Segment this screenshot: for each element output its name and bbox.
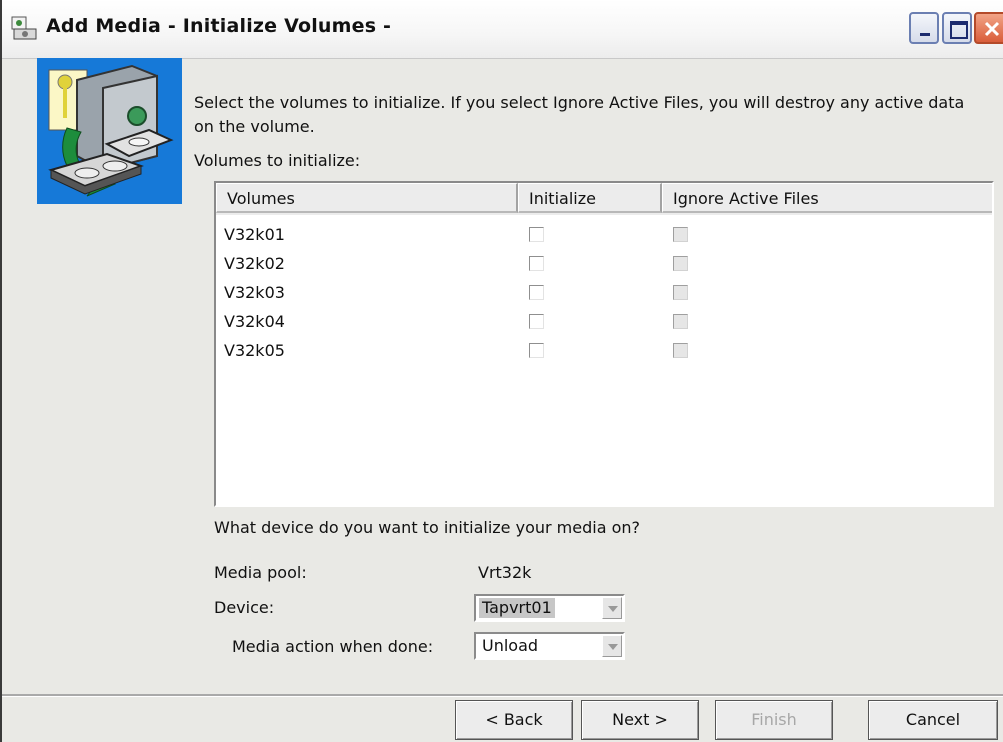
button-bar-divider xyxy=(2,694,1003,697)
table-row[interactable]: V32k02 xyxy=(216,249,992,278)
table-row[interactable]: V32k04 xyxy=(216,307,992,336)
initialize-checkbox[interactable] xyxy=(529,285,544,300)
chevron-down-icon[interactable] xyxy=(602,635,622,657)
finish-button[interactable]: Finish xyxy=(715,700,833,740)
ignore-active-files-checkbox[interactable] xyxy=(673,285,688,300)
next-button[interactable]: Next > xyxy=(581,700,699,740)
column-header-initialize[interactable]: Initialize xyxy=(518,183,662,213)
column-header-ignore-active-files[interactable]: Ignore Active Files xyxy=(662,183,992,213)
initialize-checkbox[interactable] xyxy=(529,227,544,242)
column-header-volumes[interactable]: Volumes xyxy=(216,183,518,213)
close-icon xyxy=(984,21,1000,37)
window-title: Add Media - Initialize Volumes - xyxy=(46,15,392,37)
volumes-to-initialize-label: Volumes to initialize: xyxy=(194,151,361,170)
minimize-icon xyxy=(920,33,930,36)
media-action-label: Media action when done: xyxy=(232,637,434,656)
close-button[interactable] xyxy=(974,12,1003,44)
media-pool-label: Media pool: xyxy=(214,563,307,582)
device-question-label: What device do you want to initialize yo… xyxy=(214,518,640,537)
minimize-button[interactable] xyxy=(909,12,939,44)
volumes-table: Volumes Initialize Ignore Active Files V… xyxy=(214,181,994,507)
table-row[interactable]: V32k01 xyxy=(216,220,992,249)
initialize-checkbox[interactable] xyxy=(529,343,544,358)
volume-name: V32k04 xyxy=(224,312,285,331)
volume-name: V32k01 xyxy=(224,225,285,244)
ignore-active-files-checkbox[interactable] xyxy=(673,256,688,271)
cancel-button[interactable]: Cancel xyxy=(868,700,998,740)
volume-name: V32k03 xyxy=(224,283,285,302)
table-row[interactable]: V32k03 xyxy=(216,278,992,307)
maximize-icon xyxy=(950,21,968,39)
table-header: Volumes Initialize Ignore Active Files xyxy=(216,183,992,215)
maximize-button[interactable] xyxy=(942,12,972,44)
device-selected-value: Tapvrt01 xyxy=(479,598,555,618)
instruction-text: Select the volumes to initialize. If you… xyxy=(194,93,965,136)
device-select[interactable]: Tapvrt01 xyxy=(474,594,625,622)
initialize-checkbox[interactable] xyxy=(529,314,544,329)
title-bar[interactable]: Add Media - Initialize Volumes - xyxy=(2,0,1003,59)
media-safe-illustration xyxy=(37,58,182,204)
media-pool-value: Vrt32k xyxy=(478,563,532,582)
volume-name: V32k05 xyxy=(224,341,285,360)
initialize-checkbox[interactable] xyxy=(529,256,544,271)
device-label: Device: xyxy=(214,598,275,617)
add-media-dialog: Add Media - Initialize Volumes - Select … xyxy=(0,0,1003,742)
back-button[interactable]: < Back xyxy=(455,700,573,740)
ignore-active-files-checkbox[interactable] xyxy=(673,314,688,329)
ignore-active-files-checkbox[interactable] xyxy=(673,227,688,242)
app-icon xyxy=(11,16,37,40)
volume-name: V32k02 xyxy=(224,254,285,273)
table-row[interactable]: V32k05 xyxy=(216,336,992,365)
media-action-select[interactable]: Unload xyxy=(474,632,625,660)
ignore-active-files-checkbox[interactable] xyxy=(673,343,688,358)
media-action-selected-value: Unload xyxy=(482,636,539,655)
chevron-down-icon[interactable] xyxy=(602,597,622,619)
